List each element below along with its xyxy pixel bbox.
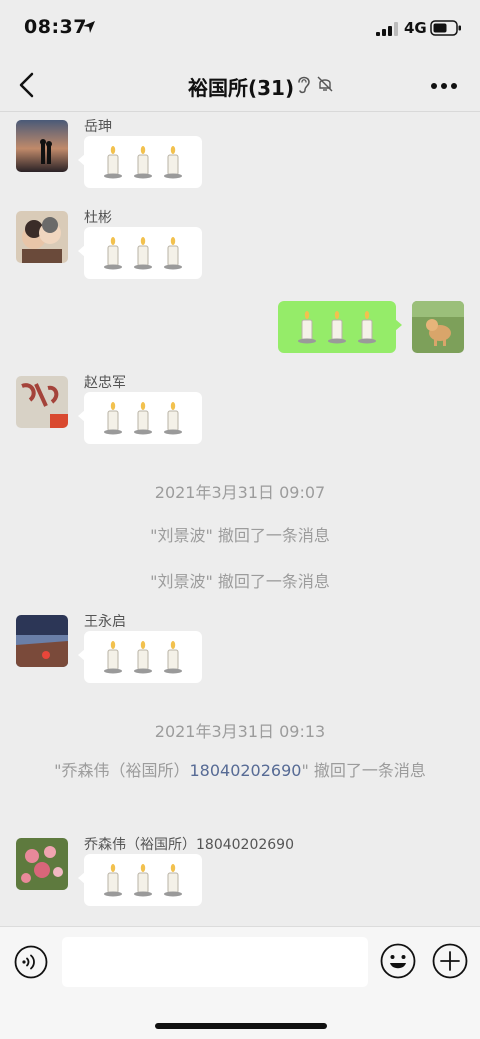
candle-icon (134, 641, 152, 674)
recall-notice: "刘景波" 撤回了一条消息 (150, 526, 330, 545)
phone-number-link[interactable]: 18040202690 (189, 761, 301, 780)
sender-name: 杜彬 (84, 210, 112, 226)
voice-icon[interactable] (14, 945, 48, 979)
message-bubble[interactable] (78, 136, 202, 188)
message-bubble[interactable] (78, 392, 202, 444)
candle-icon (134, 146, 152, 179)
sender-name: 岳珅 (84, 119, 112, 135)
timestamp: 2021年3月31日 09:13 (154, 722, 326, 741)
candle-icon (134, 237, 152, 270)
sender-name: 乔森伟（裕国所）18040202690 (84, 837, 294, 853)
candle-icon (104, 641, 122, 674)
battery-icon (430, 20, 461, 36)
sender-name: 赵忠军 (84, 375, 126, 391)
message-bubble[interactable] (78, 854, 202, 906)
more-options-icon[interactable] (430, 82, 458, 90)
my-message-bubble[interactable] (278, 301, 402, 353)
candle-icon (104, 864, 122, 897)
avatar-zhaozhongjun[interactable] (16, 376, 68, 428)
candle-icon (358, 311, 376, 344)
recall-notice: "刘景波" 撤回了一条消息 (150, 572, 330, 591)
plus-icon[interactable] (432, 943, 468, 979)
candle-icon (164, 641, 182, 674)
recall-notice: "乔森伟（裕国所）18040202690" 撤回了一条消息 (34, 756, 446, 786)
status-time: 08:37 (24, 16, 87, 38)
candle-icon (298, 311, 316, 344)
message-input[interactable] (62, 937, 368, 987)
candle-icon (164, 237, 182, 270)
candle-icon (134, 864, 152, 897)
input-bar (0, 926, 480, 1039)
candle-icon (164, 146, 182, 179)
chat-header: 裕国所(31) (0, 58, 480, 112)
candle-icon (104, 402, 122, 435)
chat-title: 裕国所(31) (188, 76, 295, 100)
sender-name: 王永启 (84, 614, 126, 630)
network-type: 4G (404, 19, 427, 37)
status-bar: 08:37 4G (0, 0, 480, 58)
message-bubble[interactable] (78, 227, 202, 279)
avatar-wangyongqi[interactable] (16, 615, 68, 667)
message-bubble[interactable] (78, 631, 202, 683)
location-arrow-icon (83, 21, 95, 33)
recall-text: "乔森伟（裕国所） (54, 761, 190, 780)
signal-icon (376, 22, 398, 36)
avatar-yueshen[interactable] (16, 120, 68, 172)
candle-icon (164, 864, 182, 897)
my-avatar[interactable] (412, 301, 464, 353)
back-arrow-icon[interactable] (16, 72, 38, 98)
home-indicator (155, 1023, 327, 1029)
candle-icon (134, 402, 152, 435)
candle-icon (104, 237, 122, 270)
recall-text: " 撤回了一条消息 (301, 761, 426, 780)
mute-bell-icon (317, 76, 333, 92)
avatar-qiaosenwei[interactable] (16, 838, 68, 890)
candle-icon (328, 311, 346, 344)
earpiece-mode-icon (298, 76, 310, 94)
avatar-dubin[interactable] (16, 211, 68, 263)
emoji-icon[interactable] (380, 943, 416, 979)
candle-icon (164, 402, 182, 435)
candle-icon (104, 146, 122, 179)
timestamp: 2021年3月31日 09:07 (154, 483, 326, 502)
